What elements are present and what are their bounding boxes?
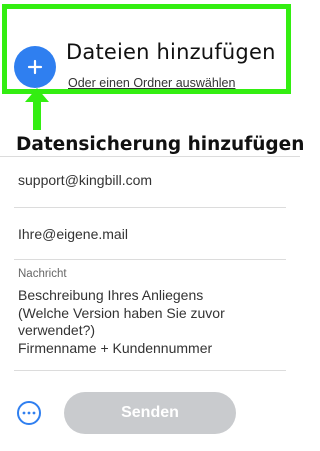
add-files-title[interactable]: Dateien hinzufügen xyxy=(66,40,276,64)
divider xyxy=(0,156,300,157)
send-button[interactable]: Senden xyxy=(64,392,236,434)
message-line: (Welche Version haben Sie zuvor xyxy=(18,304,225,321)
upload-panel: Dateien hinzufügen Oder einen Ordner aus… xyxy=(0,0,304,451)
add-files-button[interactable] xyxy=(14,46,56,88)
divider xyxy=(14,370,286,371)
recipient-field[interactable]: support@kingbill.com xyxy=(18,172,152,188)
divider xyxy=(14,259,286,260)
message-line: Firmenname + Kundennummer xyxy=(18,339,213,356)
plus-icon xyxy=(27,59,43,75)
up-arrow-icon xyxy=(25,88,49,130)
section-heading: Datensicherung hinzufügen xyxy=(16,134,305,155)
message-line: Beschreibung Ihres Anliegens xyxy=(18,287,204,303)
message-line: verwendet?) xyxy=(18,322,96,338)
sender-email-field[interactable]: Ihre@eigene.mail xyxy=(18,226,128,242)
more-options-icon xyxy=(22,411,36,415)
divider xyxy=(14,207,286,208)
message-field[interactable]: Beschreibung Ihres Anliegens (Welche Ver… xyxy=(18,287,288,357)
select-folder-link[interactable]: Oder einen Ordner auswählen xyxy=(68,76,235,90)
message-label: Nachricht xyxy=(18,268,67,280)
more-options-button[interactable] xyxy=(17,401,41,425)
